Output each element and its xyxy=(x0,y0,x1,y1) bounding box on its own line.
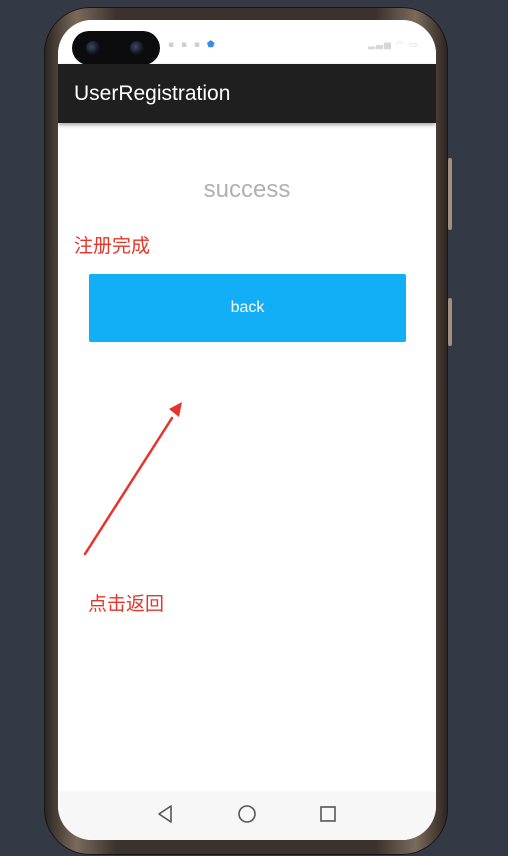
navigation-bar xyxy=(58,791,436,840)
annotation-arrow xyxy=(83,402,182,556)
home-circle-icon[interactable] xyxy=(236,803,258,825)
recents-square-icon[interactable] xyxy=(317,803,339,825)
annotation-back: 点击返回 xyxy=(88,593,165,615)
power-button xyxy=(448,298,452,346)
device-screen: ▪ ▪ ▪ ⬟ ▂▃▅ ◠ ▭ UserRegistration success… xyxy=(58,20,436,840)
volume-button xyxy=(448,158,452,230)
back-triangle-icon[interactable] xyxy=(155,803,177,825)
